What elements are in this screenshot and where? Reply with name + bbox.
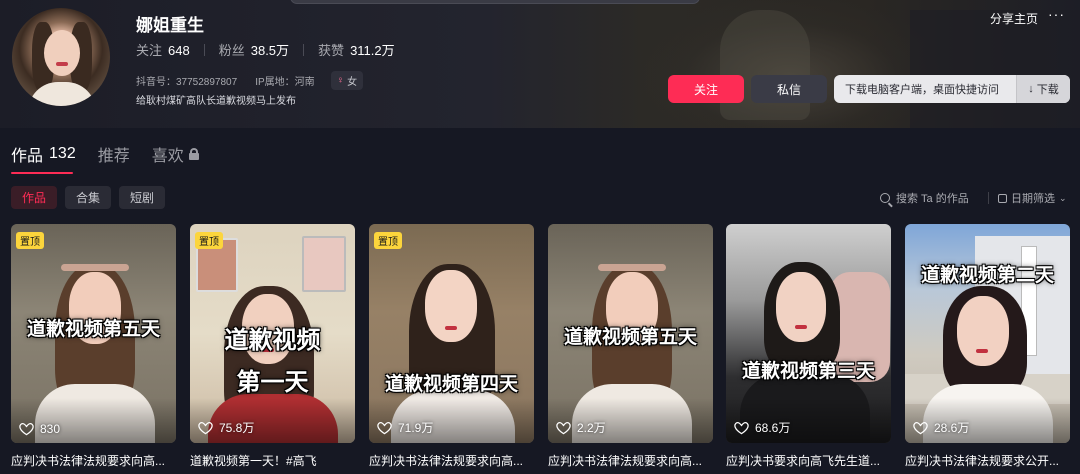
subtab-short-dramas[interactable]: 短剧 xyxy=(119,186,166,209)
more-options-icon[interactable]: ··· xyxy=(1048,6,1065,22)
heart-icon xyxy=(377,421,392,434)
video-likes: 830 xyxy=(19,422,60,436)
tab-recommended[interactable]: 推荐 xyxy=(98,142,130,166)
video-likes: 2.2万 xyxy=(556,419,606,436)
video-likes: 75.8万 xyxy=(198,419,254,436)
like-count: 75.8万 xyxy=(219,421,255,435)
avatar-lips xyxy=(56,62,68,66)
tab-works[interactable]: 作品 132 xyxy=(11,142,76,166)
video-caption[interactable]: 应判决书法律法规要求向高... xyxy=(11,452,176,469)
download-arrow-icon: ↓ xyxy=(1028,83,1034,95)
download-prompt: 下载电脑客户端，桌面快捷访问 xyxy=(845,84,999,96)
gender-label: 女 xyxy=(347,77,358,88)
video-likes: 28.6万 xyxy=(913,419,969,436)
ip-location: IP属地：河南 xyxy=(255,77,315,88)
video-likes: 71.9万 xyxy=(377,419,433,436)
female-icon: ♀ xyxy=(336,75,345,86)
heart-icon xyxy=(734,421,749,434)
header-background-shade xyxy=(910,10,1080,128)
stat-value: 648 xyxy=(168,43,190,58)
heart-icon xyxy=(198,421,213,434)
stat-value: 38.5万 xyxy=(250,43,290,58)
video-caption[interactable]: 应判决书法律法规要求公开... xyxy=(905,452,1070,469)
search-works-button[interactable]: 搜索 Ta 的作品 xyxy=(880,190,969,206)
stat-label: 粉丝 xyxy=(218,43,245,58)
tab-label: 推荐 xyxy=(97,148,130,165)
stat-divider xyxy=(303,43,305,56)
search-label: 搜索 Ta 的作品 xyxy=(896,193,969,205)
tab-likes[interactable]: 喜欢 xyxy=(152,142,199,166)
avatar-face xyxy=(44,30,80,76)
video-caption[interactable]: 道歉视频第一天！#高飞 xyxy=(190,452,355,469)
video-likes: 68.6万 xyxy=(734,419,790,436)
active-tab-indicator xyxy=(11,172,73,174)
like-count: 2.2万 xyxy=(577,421,606,435)
profile-tabs: 作品 132 推荐 喜欢 xyxy=(11,142,221,166)
gender-badge: ♀ 女 xyxy=(330,71,364,90)
video-caption[interactable]: 应判决书法律法规要求向高... xyxy=(548,452,713,469)
search-icon xyxy=(880,193,890,203)
pinned-badge: 置顶 xyxy=(16,232,44,249)
avatar[interactable] xyxy=(12,8,110,106)
douyin-id: 抖音号：37752897807 xyxy=(136,77,238,88)
filter-divider xyxy=(988,192,989,204)
download-button[interactable]: ↓ 下载 xyxy=(1016,75,1070,103)
date-filter-dropdown[interactable]: 日期筛选 ⌄ xyxy=(998,190,1067,206)
video-caption[interactable]: 应判决书法律法规要求向高... xyxy=(369,452,534,469)
like-count: 830 xyxy=(40,422,61,436)
video-caption[interactable]: 应判决书要求向高飞先生道... xyxy=(726,452,891,469)
download-client-banner: 下载电脑客户端，桌面快捷访问 ↓ 下载 xyxy=(834,75,1070,103)
subtab-works[interactable]: 作品 xyxy=(11,186,58,209)
profile-meta: 抖音号：37752897807 IP属地：河南 ♀ 女 xyxy=(136,71,364,90)
video-overlay-title: 道歉视频第四天 xyxy=(384,374,518,395)
like-count: 71.9万 xyxy=(398,421,434,435)
heart-icon xyxy=(913,421,928,434)
stat-followers[interactable]: 粉丝 38.5万 xyxy=(219,40,289,59)
chevron-down-icon: ⌄ xyxy=(1059,192,1067,203)
video-overlay-subtitle: 第一天 xyxy=(236,369,309,396)
stat-label: 关注 xyxy=(136,43,163,58)
works-subtabs: 作品 合集 短剧 xyxy=(11,186,173,209)
video-card[interactable]: 道歉视频第三天 68.6万 xyxy=(726,224,891,443)
header-background-figure xyxy=(720,10,810,120)
pinned-badge: 置顶 xyxy=(195,232,223,249)
message-button[interactable]: 私信 xyxy=(751,75,827,103)
profile-stats: 关注 648 粉丝 38.5万 获赞 311.2万 xyxy=(136,40,395,59)
video-card[interactable]: 置顶 道歉视频第五天 830 xyxy=(11,224,176,443)
stat-label: 获赞 xyxy=(318,43,345,58)
tab-count: 132 xyxy=(49,145,76,162)
video-card[interactable]: 置顶 道歉视频 第一天 75.8万 xyxy=(190,224,355,443)
date-filter-label: 日期筛选 xyxy=(1011,193,1055,205)
share-profile-button[interactable]: 分享主页 xyxy=(990,10,1038,27)
video-card[interactable]: 道歉视频第五天 2.2万 xyxy=(548,224,713,443)
heart-icon xyxy=(19,423,34,436)
profile-bio: 给耿村煤矿高队长道歉视频马上发布 xyxy=(136,96,296,107)
video-card[interactable]: 道歉视频第二天 28.6万 xyxy=(905,224,1070,443)
download-label: 下载 xyxy=(1036,84,1059,96)
like-count: 28.6万 xyxy=(934,421,970,435)
lock-icon xyxy=(188,148,199,160)
video-overlay-title: 道歉视频 xyxy=(224,327,321,354)
tab-label: 作品 xyxy=(11,148,44,165)
heart-icon xyxy=(556,421,571,434)
video-overlay-title: 道歉视频第五天 xyxy=(563,327,697,348)
pinned-badge: 置顶 xyxy=(374,232,402,249)
like-count: 68.6万 xyxy=(755,421,791,435)
stat-following[interactable]: 关注 648 xyxy=(136,40,190,59)
video-overlay-title: 道歉视频第五天 xyxy=(26,319,160,340)
subtab-collections[interactable]: 合集 xyxy=(65,186,112,209)
video-overlay-title: 道歉视频第二天 xyxy=(920,265,1054,286)
stat-likes: 获赞 311.2万 xyxy=(318,40,395,59)
video-overlay-title: 道歉视频第三天 xyxy=(741,361,875,382)
video-card[interactable]: 置顶 道歉视频第四天 71.9万 xyxy=(369,224,534,443)
top-scroll-edge xyxy=(290,0,700,4)
stat-value: 311.2万 xyxy=(350,43,395,58)
stat-divider xyxy=(203,43,205,56)
tab-label: 喜欢 xyxy=(151,148,184,165)
profile-name: 娜姐重生 xyxy=(136,16,204,35)
follow-button[interactable]: 关注 xyxy=(668,75,744,103)
calendar-icon xyxy=(998,193,1007,203)
